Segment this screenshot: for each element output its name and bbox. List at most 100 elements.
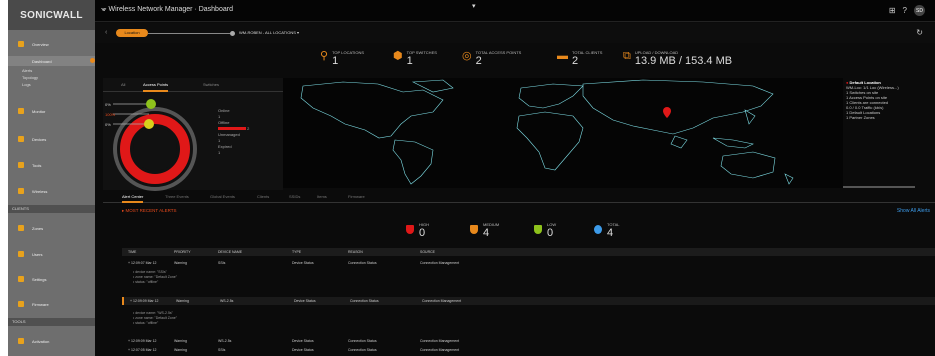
sidebar-item-label: Wireless (32, 188, 48, 194)
alerts-table-header: TIME PRIORITY DEVICE NAME TYPE REASON SO… (122, 248, 935, 256)
world-map-outline (300, 79, 794, 185)
logo: SONICWALL (8, 0, 95, 30)
sidebar-item-label: Activation (32, 338, 50, 344)
row-detail: • device name: "WS-2.5s" • zone name: "D… (133, 311, 177, 325)
device-tabs: All Access Points Switches (103, 80, 283, 92)
sidebar-item-users[interactable]: Users (8, 243, 95, 265)
sidebar-item-wireless[interactable]: Wireless (8, 180, 95, 202)
tab-access-points[interactable]: Access Points (143, 82, 169, 92)
sidebar-item-label: Settings (32, 276, 47, 282)
ring-label-offline: 100% (105, 112, 116, 117)
map-scrollbar[interactable] (843, 186, 915, 188)
col-priority[interactable]: PRIORITY (174, 250, 191, 254)
back-icon[interactable]: ‹ (105, 29, 107, 36)
tab-items[interactable]: Items (317, 194, 327, 199)
sidebar-item-tools[interactable]: Tools (8, 154, 95, 176)
table-row[interactable]: + 12:09:09 Mar 12 Warning WS-2.5s Device… (122, 337, 935, 345)
sidebar-subitem[interactable]: Alerts (22, 68, 32, 73)
shield-icon (534, 225, 542, 234)
ring-label-online: 0% (105, 102, 111, 107)
severity-low[interactable]: LOW 0 (534, 222, 556, 239)
sidebar-subitem[interactable]: Topology (22, 75, 38, 80)
online-marker (146, 99, 156, 109)
table-row[interactable]: + 12:07:05 Mar 12 Warning SSIs Device St… (122, 346, 935, 354)
location-pin-icon: ⚲ (320, 50, 329, 62)
tools-icon (18, 162, 24, 168)
filter-path-dot (230, 31, 235, 36)
shield-icon (406, 225, 414, 234)
stat-total-clients[interactable]: ▬ TOTAL CLIENTS 2 (557, 50, 602, 67)
managed-marker (144, 119, 154, 129)
top-bar: ⩖ Wireless Network Manager · Dashboard ▾… (95, 0, 935, 22)
help-icon[interactable]: ? (903, 6, 907, 15)
tab-global-events[interactable]: Global Events (210, 194, 235, 199)
location-pill[interactable]: Location (116, 29, 148, 37)
table-row[interactable]: + 12:09:07 Mar 12 Warning SSIs Device St… (122, 259, 935, 267)
sidebar-item-activation[interactable]: Activation (8, 330, 95, 352)
sidebar-item-monitor[interactable]: Monitor (8, 100, 95, 122)
new-zealand (784, 173, 794, 185)
activation-icon (18, 338, 24, 344)
location-selector[interactable]: WM-ROBEN - ALL LOCATIONS ▾ (239, 30, 299, 35)
stat-total-access-points[interactable]: ◎ TOTAL ACCESS POINTS 2 (462, 50, 521, 67)
sidebar-subitem[interactable]: Logs (22, 82, 31, 87)
clients-icon: ▬ (557, 50, 568, 62)
tab-three-events[interactable]: Three Events (165, 194, 189, 199)
india (670, 135, 688, 149)
col-device-name[interactable]: DEVICE NAME (218, 250, 242, 254)
sidebar-item-devices[interactable]: Devices (8, 128, 95, 150)
south-america (392, 139, 434, 185)
ring-label-managed: 0% (105, 122, 111, 127)
sidebar-item-label: Firmware (32, 301, 49, 307)
tab-firmware[interactable]: Firmware (348, 194, 365, 199)
severity-high[interactable]: HIGH 0 (406, 222, 429, 239)
table-row-selected[interactable]: + 12:09:09 Mar 12 Warning WS-2.5s Device… (122, 297, 935, 305)
sidebar-item-firmware[interactable]: Firmware (8, 293, 95, 315)
col-reason[interactable]: REASON (348, 250, 363, 254)
severity-medium[interactable]: MEDIUM 4 (470, 222, 499, 239)
stats-row: ⚲ TOP LOCATIONS 1 ⬢ TOP SWITCHES 1 ◎ TOTAL AC… (95, 46, 935, 78)
world-map[interactable] (283, 78, 843, 188)
sidebar-item-overview[interactable]: Overview (8, 33, 95, 55)
sidebar-item-zones[interactable]: Zones (8, 217, 95, 239)
tab-switches[interactable]: Switches (203, 82, 219, 87)
zones-icon (18, 225, 24, 231)
show-all-alerts-link[interactable]: Show All Alerts (897, 208, 930, 214)
severity-total[interactable]: TOTAL 4 (594, 222, 620, 239)
africa (516, 111, 584, 171)
stat-top-switches[interactable]: ⬢ TOP SWITCHES 1 (393, 50, 437, 67)
location-pin-icon[interactable] (663, 107, 671, 118)
australia (720, 151, 776, 179)
breadcrumb: ⩖ Wireless Network Manager · Dashboard (101, 6, 233, 14)
col-type[interactable]: TYPE (292, 250, 301, 254)
most-recent-alerts-heading: ▸ MOST RECENT ALERTS (122, 208, 177, 213)
refresh-icon[interactable]: ↻ (916, 28, 923, 37)
col-source[interactable]: SOURCE (420, 250, 435, 254)
tab-clients[interactable]: Clients (257, 194, 269, 199)
device-legend: Online 1 Offline 2 Unmanaged 1 Expired 1 (218, 108, 250, 155)
filter-bar: ‹ Location WM-ROBEN - ALL LOCATIONS ▾ ↻ (95, 23, 935, 43)
filter-path-line (148, 33, 230, 34)
location-details: ● Default Location WM-Loc: 1/1 Loc (Wire… (846, 80, 926, 120)
chevron-down-icon[interactable]: ▾ (472, 2, 476, 10)
sidebar-item-settings[interactable]: Settings (8, 268, 95, 290)
shield-icon (470, 225, 478, 234)
device-ring-chart (113, 99, 197, 191)
stat-upload-download[interactable]: ⧉ UPLOAD / DOWNLOAD 13.9 MB / 153.4 MB (623, 50, 732, 67)
pie-icon (594, 225, 602, 234)
tab-all[interactable]: All (121, 82, 125, 87)
avatar[interactable]: SD (914, 5, 925, 16)
sidebar-item-label: Devices (32, 136, 47, 142)
stat-top-locations[interactable]: ⚲ TOP LOCATIONS 1 (320, 50, 364, 67)
grid-icon[interactable]: ⊞ (889, 6, 896, 15)
tab-ssids[interactable]: SSIDs (289, 194, 300, 199)
devices-icon (18, 136, 24, 142)
breadcrumb-text: Wireless Network Manager · Dashboard (108, 6, 233, 13)
tab-alert-center[interactable]: Alert Center (122, 194, 144, 203)
col-time[interactable]: TIME (128, 250, 136, 254)
sidebar-item-label: Overview (32, 41, 49, 47)
sidebar-item-dashboard[interactable]: Dashboard (8, 56, 95, 66)
asia (582, 79, 774, 135)
sidebar-item-label: Monitor (32, 108, 46, 114)
sidebar-item-label: Tools (32, 162, 42, 168)
